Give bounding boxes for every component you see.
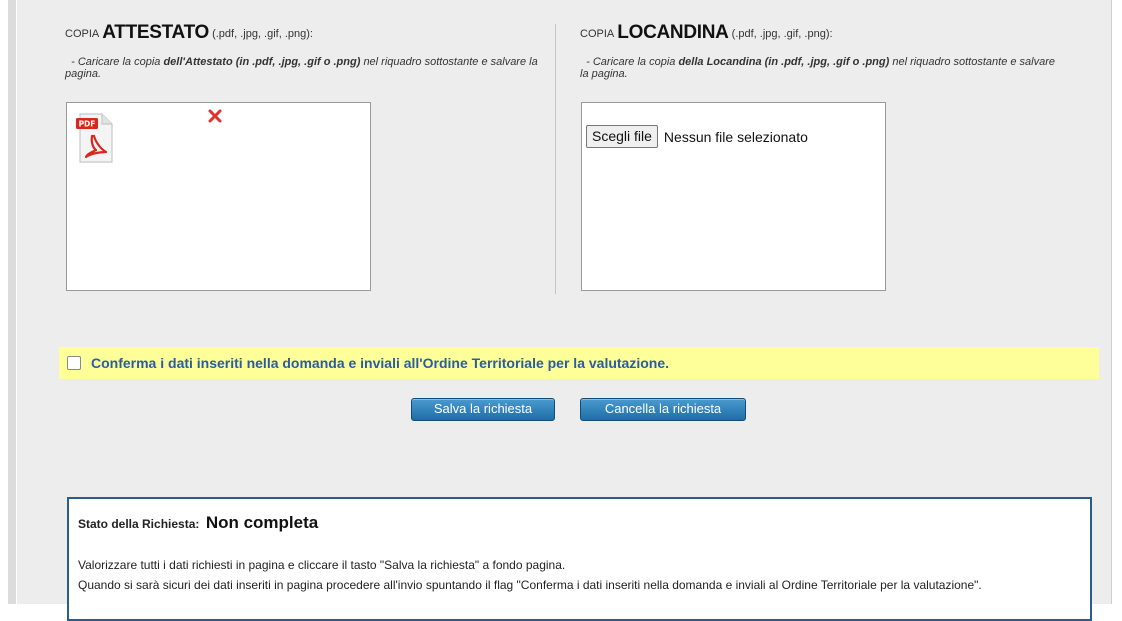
locandina-title-formats: (.pdf, .jpg, .gif, .png): (731, 28, 833, 40)
status-line-1: Valorizzare tutti i dati richiesti in pa… (78, 558, 566, 572)
choose-file-button[interactable]: Scegli file (586, 125, 658, 148)
confirm-checkbox[interactable] (67, 356, 81, 370)
attestato-upload-section: COPIA ATTESTATO (.pdf, .jpg, .gif, .png)… (65, 22, 545, 291)
locandina-instructions: - Caricare la copia della Locandina (in … (580, 56, 1060, 80)
attestato-title-main: ATTESTATO (102, 22, 210, 43)
attestato-title-formats: (.pdf, .jpg, .gif, .png): (212, 28, 313, 40)
columns-divider (555, 24, 556, 294)
attestato-instr-bold: dell'Attestato (in .pdf, .jpg, .gif o .p… (163, 56, 361, 68)
status-line-2: Quando si sarà sicuri dei dati inseriti … (78, 578, 982, 592)
status-heading: Stato della Richiesta: Non completa (78, 513, 318, 533)
confirm-bar: Conferma i dati inseriti nella domanda e… (59, 347, 1099, 379)
status-label: Stato della Richiesta: (78, 517, 200, 531)
status-value: Non completa (205, 513, 319, 532)
attestato-upload-box[interactable]: PDF (66, 102, 371, 291)
status-instructions: Valorizzare tutti i dati richiesti in pa… (78, 555, 1078, 595)
locandina-title-main: LOCANDINA (617, 22, 729, 43)
attestato-title: COPIA ATTESTATO (.pdf, .jpg, .gif, .png)… (65, 22, 545, 44)
attestato-instr-start: - Caricare la copia (71, 56, 161, 68)
pdf-file-icon[interactable]: PDF (76, 112, 116, 166)
file-status-text: Nessun file selezionato (663, 128, 808, 145)
attestato-instructions: - Caricare la copia dell'Attestato (in .… (65, 56, 545, 80)
locandina-upload-box[interactable]: Scegli file Nessun file selezionato (581, 102, 886, 291)
cancel-request-button[interactable]: Cancella la richiesta (580, 398, 746, 421)
locandina-upload-section: COPIA LOCANDINA (.pdf, .jpg, .gif, .png)… (580, 22, 1060, 291)
frame-left-bar (8, 0, 16, 604)
attestato-title-prefix: COPIA (65, 28, 100, 40)
locandina-title-prefix: COPIA (580, 28, 615, 40)
save-request-button[interactable]: Salva la richiesta (411, 398, 555, 421)
locandina-title: COPIA LOCANDINA (.pdf, .jpg, .gif, .png)… (580, 22, 1060, 44)
remove-x-icon[interactable] (208, 109, 222, 123)
request-status-box: Stato della Richiesta: Non completa Valo… (67, 497, 1092, 621)
svg-text:PDF: PDF (79, 120, 96, 129)
locandina-instr-start: - Caricare la copia (586, 56, 676, 68)
confirm-label[interactable]: Conferma i dati inseriti nella domanda e… (91, 355, 669, 371)
frame-right-border (1111, 0, 1112, 604)
file-input[interactable]: Scegli file Nessun file selezionato (586, 125, 808, 148)
locandina-instr-bold: della Locandina (in .pdf, .jpg, .gif o .… (678, 56, 890, 68)
